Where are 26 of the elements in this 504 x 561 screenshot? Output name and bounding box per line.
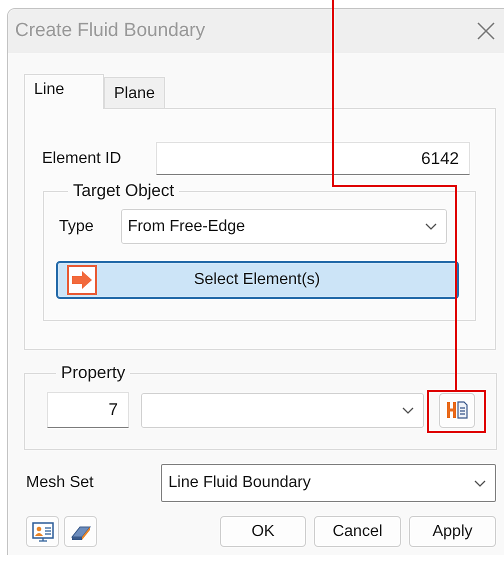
group-title: Target Object <box>72 181 176 201</box>
field-label: Mesh Set <box>26 474 95 492</box>
window-title: Create Fluid Boundary <box>15 20 206 42</box>
tab[interactable]: Plane <box>104 77 165 108</box>
toolbar-button[interactable] <box>26 516 59 547</box>
property-table-button[interactable] <box>439 392 475 428</box>
table-document-icon <box>446 399 468 421</box>
presentation-icon <box>32 522 54 542</box>
dropdown[interactable]: Line Fluid Boundary <box>161 464 496 502</box>
close-icon[interactable] <box>476 21 496 41</box>
toolbar-button[interactable] <box>64 516 97 547</box>
field-label: Element ID <box>42 150 122 168</box>
dialog-button[interactable]: Cancel <box>314 516 401 547</box>
dropdown-caret-icon <box>401 406 415 414</box>
field-label: Type <box>59 218 94 236</box>
dialog-button[interactable]: OK <box>220 516 306 547</box>
input-field[interactable]: 7 <box>47 392 129 428</box>
select-button[interactable]: Select Element(s) <box>56 261 459 299</box>
highlight-frame <box>427 390 486 433</box>
tab[interactable]: Line <box>24 74 104 109</box>
dropdown[interactable]: From Free-Edge <box>120 209 447 244</box>
dropdown-caret-icon <box>424 222 438 231</box>
dialog-button[interactable]: Apply <box>409 516 496 547</box>
input-field[interactable]: 6142 <box>156 142 470 175</box>
dropdown-caret-icon <box>473 478 487 488</box>
group-title: Property <box>60 363 126 383</box>
